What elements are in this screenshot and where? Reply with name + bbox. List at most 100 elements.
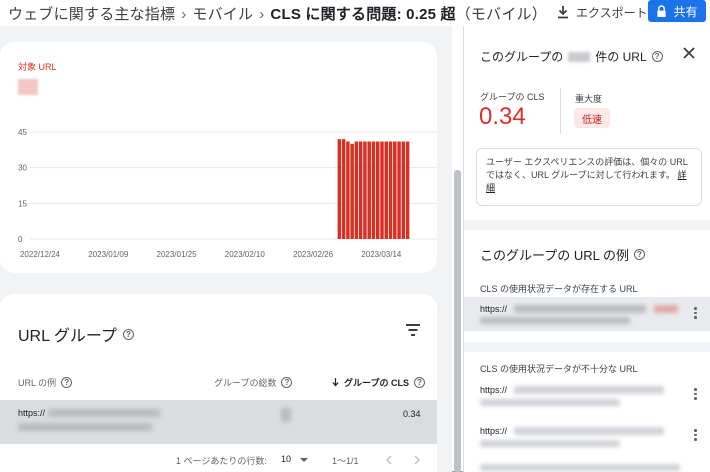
- redacted-url: [514, 305, 646, 313]
- previous-page-icon[interactable]: [386, 455, 392, 465]
- breadcrumb-issue-suffix: （モバイル）: [455, 6, 547, 23]
- share-label: 共有: [673, 4, 698, 19]
- example-url: https://: [480, 304, 508, 314]
- bar: [405, 141, 410, 239]
- redacted-total: [281, 408, 291, 422]
- export-button[interactable]: エクスポート: [556, 3, 648, 21]
- y-tick-label: 0: [18, 235, 23, 244]
- table-row[interactable]: https:// 0.34: [0, 400, 437, 444]
- more-options-icon[interactable]: [694, 388, 697, 402]
- column-header-label: グループの総数: [214, 378, 277, 388]
- more-options-icon[interactable]: [694, 307, 697, 321]
- help-icon[interactable]: ?: [413, 377, 425, 388]
- x-tick-label: 2023/01/25: [157, 250, 198, 259]
- column-header-label: URL の例: [18, 378, 57, 388]
- bar: [346, 141, 350, 239]
- redacted-url: [514, 386, 664, 394]
- x-tick-label: 2023/03/14: [361, 250, 402, 259]
- rows-per-page-select[interactable]: 10: [281, 454, 291, 464]
- main-scrollbar[interactable]: [454, 170, 461, 472]
- group-cls-label: グループの CLS: [480, 92, 545, 102]
- bar: [376, 141, 380, 239]
- help-icon[interactable]: ?: [651, 51, 663, 62]
- bar: [358, 141, 363, 239]
- download-icon: [558, 6, 568, 19]
- without-data-label: CLS の使用状況データが不十分な URL: [480, 364, 638, 374]
- panel-title: このグループの 件の URL ?: [480, 48, 663, 65]
- page-range: 1〜1/1: [332, 456, 359, 466]
- column-header-group-cls[interactable]: グループの CLS ?: [332, 376, 425, 389]
- section-divider: [464, 342, 710, 352]
- with-data-label: CLS の使用状況データが存在する URL: [480, 284, 638, 294]
- row-group-cls: 0.34: [403, 409, 421, 419]
- bar: [354, 141, 359, 239]
- bar: [397, 141, 401, 239]
- panel-title-prefix: このグループの: [480, 50, 564, 64]
- next-page-icon[interactable]: [414, 455, 420, 465]
- x-tick-label: 2023/02/10: [225, 250, 266, 259]
- help-icon[interactable]: ?: [122, 328, 134, 340]
- y-tick-label: 30: [18, 164, 27, 173]
- redacted-url: [480, 440, 620, 447]
- section-divider: [464, 220, 710, 230]
- breadcrumb-separator: ›: [259, 6, 265, 23]
- bar: [380, 141, 384, 239]
- redacted-url: [654, 305, 678, 313]
- info-box: ユーザー エクスペリエンスの評価は、個々の URL ではなく、URL グループに…: [476, 148, 702, 206]
- dropdown-arrow-icon[interactable]: [300, 458, 308, 463]
- breadcrumb-issue-value: 0.25 超: [406, 6, 456, 23]
- panel-title-suffix: 件の URL: [595, 50, 647, 64]
- redacted-url: [480, 464, 680, 471]
- more-options-icon[interactable]: [694, 429, 697, 443]
- y-tick-label: 15: [18, 199, 27, 208]
- breadcrumb-mobile[interactable]: モバイル: [192, 6, 253, 23]
- bar: [367, 141, 371, 239]
- url-example-row[interactable]: https://: [464, 297, 710, 331]
- target-url-label: 対象 URL: [18, 62, 57, 72]
- url-group-title-text: URL グループ: [18, 328, 117, 345]
- divider: [560, 88, 561, 134]
- severity-badge: 低速: [574, 108, 610, 128]
- redacted-url: [514, 427, 664, 435]
- row-url: https://: [18, 408, 46, 418]
- bar: [384, 141, 388, 239]
- help-icon[interactable]: ?: [633, 249, 645, 260]
- url-group-title: URL グループ ?: [18, 322, 134, 346]
- details-panel: このグループの 件の URL ? グループの CLS 0.34 重大度 低速 ユー…: [463, 26, 710, 472]
- affected-urls-chart: 0 15 30 45 2022/12/24 2023/01/09 2023/01/25 202…: [18, 128, 437, 259]
- redacted-url: [48, 409, 160, 417]
- target-url-count-redacted: [18, 79, 38, 95]
- filter-icon[interactable]: [406, 324, 420, 336]
- url-example-row[interactable]: https://: [464, 419, 710, 453]
- bar: [350, 143, 354, 239]
- column-header-url-example[interactable]: URL の例 ?: [18, 376, 73, 389]
- help-icon[interactable]: ?: [61, 377, 73, 388]
- column-header-label: グループの CLS: [344, 378, 409, 388]
- bar: [393, 141, 397, 239]
- close-icon[interactable]: [682, 46, 696, 60]
- example-url: https://: [480, 385, 508, 395]
- arrow-down-icon: [332, 378, 339, 387]
- x-tick-label: 2022/12/24: [20, 250, 61, 259]
- bar: [341, 139, 346, 239]
- breadcrumb-separator: ›: [181, 6, 187, 23]
- group-cls-value: 0.34: [479, 103, 526, 130]
- bar: [337, 139, 342, 239]
- url-example-row[interactable]: https://: [464, 378, 710, 412]
- y-tick-label: 45: [18, 128, 27, 137]
- bar: [388, 141, 393, 239]
- x-tick-label: 2023/01/09: [88, 250, 129, 259]
- x-tick-label: 2023/02/26: [293, 250, 334, 259]
- redacted-url: [18, 423, 152, 431]
- lock-icon: [657, 4, 667, 17]
- severity-label: 重大度: [575, 94, 603, 104]
- redacted-url: [480, 399, 620, 406]
- share-button[interactable]: 共有: [648, 0, 706, 22]
- redacted-url: [480, 317, 630, 324]
- example-url: https://: [480, 426, 508, 436]
- column-header-group-total[interactable]: グループの総数 ?: [214, 376, 293, 389]
- info-text: ユーザー エクスペリエンスの評価は、個々の URL ではなく、URL グループに…: [486, 157, 688, 180]
- top-bar: ウェブに関する主な指標 › モバイル › CLS に関する問題: 0.25 超（モバイル…: [0, 0, 710, 26]
- help-icon[interactable]: ?: [281, 377, 293, 388]
- breadcrumb-core-web-vitals[interactable]: ウェブに関する主な指標: [8, 6, 175, 23]
